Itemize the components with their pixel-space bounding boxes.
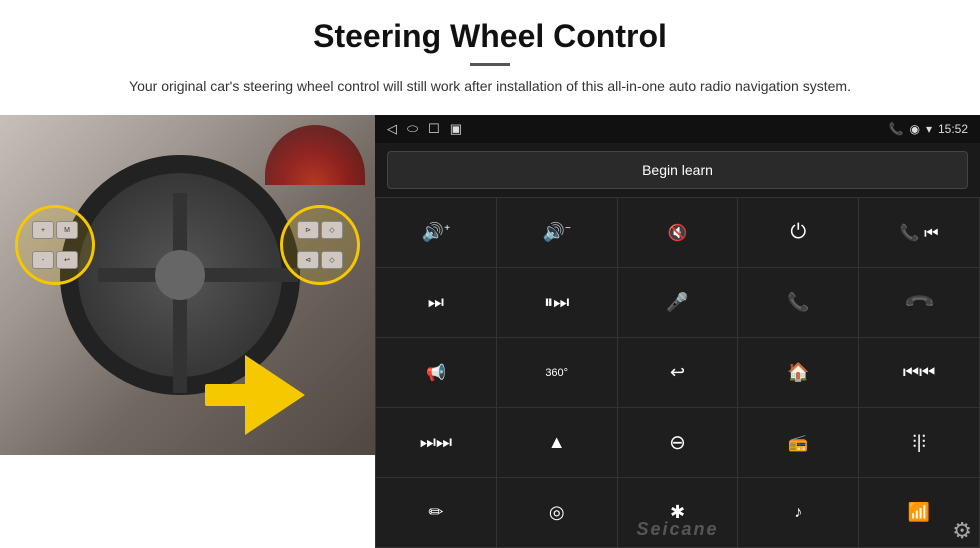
sw-btn-src: ↩	[56, 251, 78, 269]
ctrl-fast-fwd[interactable]: ⏭⏭	[376, 408, 496, 477]
sw-btn-vol-plus: +	[32, 221, 54, 239]
wifi-status-icon: ▾	[926, 122, 932, 136]
ctrl-vol-down[interactable]: 🔊−	[497, 198, 617, 267]
ctrl-360[interactable]: 360°	[497, 338, 617, 407]
sw-btn-mode: M	[56, 221, 78, 239]
ctrl-home[interactable]: 🏠	[738, 338, 858, 407]
ctrl-phone-prev[interactable]: 📞 ⏮	[859, 198, 979, 267]
gear-icon[interactable]: ⚙	[952, 518, 972, 544]
right-button-circle: ⊳ ◇ ⊲ ◇	[280, 205, 360, 285]
ctrl-nav[interactable]: ▲	[497, 408, 617, 477]
sw-center	[155, 250, 205, 300]
sw-btn-menu: ◇	[321, 221, 343, 239]
ctrl-mute[interactable]: 🔇	[618, 198, 738, 267]
ctrl-vol-up[interactable]: 🔊+	[376, 198, 496, 267]
ctrl-power[interactable]: ⏻	[738, 198, 858, 267]
ctrl-custom2[interactable]: ◎	[497, 478, 617, 547]
back-icon[interactable]: ◁	[387, 121, 397, 137]
header-section: Steering Wheel Control Your original car…	[0, 0, 980, 105]
page-wrapper: Steering Wheel Control Your original car…	[0, 0, 980, 548]
ctrl-back[interactable]: ↩	[618, 338, 738, 407]
car-image-panel: + M - ↩ ⊳ ◇ ⊲ ◇	[0, 115, 375, 455]
subtitle: Your original car's steering wheel contr…	[110, 76, 870, 97]
begin-learn-button[interactable]: Begin learn	[387, 151, 968, 189]
ctrl-source[interactable]: ⊖	[618, 408, 738, 477]
status-bar: ◁ ⬭ ☐ ▣ 📞 ◉ ▾ 15:52	[375, 115, 980, 143]
sw-btn-ok: ◇	[321, 251, 343, 269]
ctrl-skip-fwd[interactable]: ⏭	[376, 268, 496, 337]
ctrl-hang-up[interactable]: 📞	[859, 268, 979, 337]
left-button-circle: + M - ↩	[15, 205, 95, 285]
signal-icon: ▣	[450, 121, 462, 137]
clock: 15:52	[938, 122, 968, 136]
location-status-icon: ◉	[909, 122, 919, 136]
home-oval-icon[interactable]: ⬭	[407, 121, 418, 137]
ctrl-bluetooth[interactable]: ✱	[618, 478, 738, 547]
ctrl-speaker[interactable]: 📢	[376, 338, 496, 407]
ctrl-radio[interactable]: 📻	[738, 408, 858, 477]
page-title: Steering Wheel Control	[60, 18, 920, 55]
controls-grid: 🔊+ 🔊− 🔇 ⏻ 📞 ⏮ ⏭ ⏸⏭	[375, 197, 980, 548]
ctrl-mic[interactable]: 🎤	[618, 268, 738, 337]
ctrl-eq[interactable]: ⫶|⫶	[859, 408, 979, 477]
begin-learn-row: Begin learn	[375, 143, 980, 197]
sw-btn-vol-minus: -	[32, 251, 54, 269]
recents-icon[interactable]: ☐	[428, 121, 440, 137]
status-left: ◁ ⬭ ☐ ▣	[387, 121, 462, 137]
arrow-tail	[205, 384, 260, 406]
ctrl-pause-next[interactable]: ⏸⏭	[497, 268, 617, 337]
content-area: + M - ↩ ⊳ ◇ ⊲ ◇	[0, 115, 980, 548]
sw-btn-next: ⊲	[297, 251, 319, 269]
ctrl-custom1[interactable]: ✏	[376, 478, 496, 547]
title-divider	[470, 63, 510, 66]
ctrl-prev-track[interactable]: ⏮⏮	[859, 338, 979, 407]
phone-status-icon: 📞	[889, 122, 904, 136]
sw-btn-prev: ⊳	[297, 221, 319, 239]
ctrl-music[interactable]: ♪	[738, 478, 858, 547]
ctrl-phone[interactable]: 📞	[738, 268, 858, 337]
arrow-overlay	[245, 355, 355, 435]
status-right: 📞 ◉ ▾ 15:52	[889, 122, 969, 136]
android-panel: ◁ ⬭ ☐ ▣ 📞 ◉ ▾ 15:52 Begin learn	[375, 115, 980, 548]
